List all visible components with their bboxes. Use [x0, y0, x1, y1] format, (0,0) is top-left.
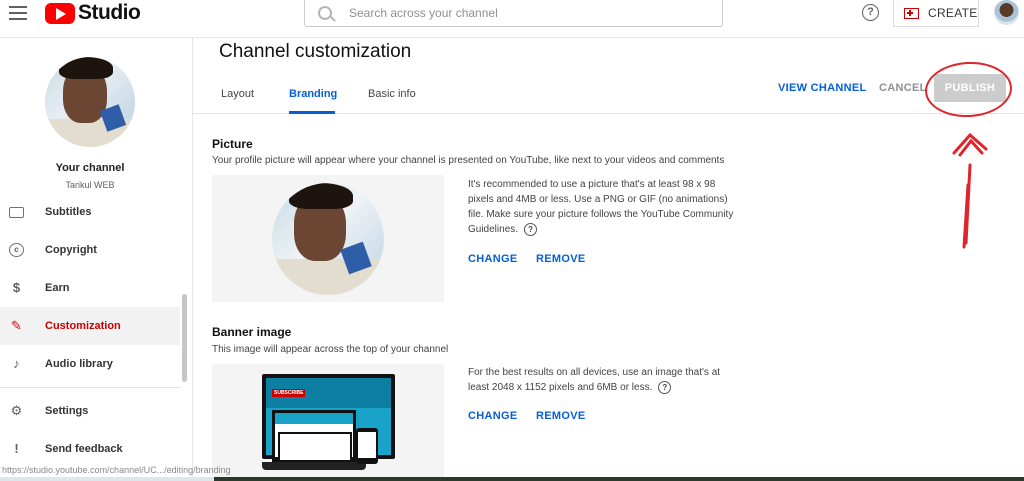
- menu-icon[interactable]: [9, 6, 27, 20]
- magic-wand-icon: ✎: [11, 318, 22, 333]
- sidebar-item-label: Subtitles: [45, 206, 92, 218]
- picture-remove-button[interactable]: REMOVE: [536, 253, 585, 265]
- sidebar-item-label: Earn: [45, 282, 70, 294]
- banner-change-button[interactable]: CHANGE: [468, 410, 517, 422]
- sidebar-item-label: Copyright: [45, 244, 97, 256]
- help-icon[interactable]: ?: [524, 222, 538, 236]
- gear-icon: ⚙: [10, 403, 23, 418]
- help-icon[interactable]: ?: [658, 380, 672, 394]
- subscribe-banner-text: SUBSCRIBE: [272, 389, 306, 397]
- sidebar-item-earn[interactable]: $ Earn: [0, 269, 180, 307]
- banner-info-text: For the best results on all devices, use…: [468, 367, 721, 393]
- taskbar-strip: [214, 477, 1024, 481]
- picture-info-text: It's recommended to use a picture that's…: [468, 179, 734, 235]
- picture-title: Picture: [212, 137, 253, 151]
- banner-title: Banner image: [212, 325, 292, 339]
- search-input[interactable]: [349, 6, 689, 20]
- sidebar-item-audio-library[interactable]: ♪ Audio library: [0, 345, 180, 383]
- sidebar-item-label: Send feedback: [45, 443, 123, 455]
- search-icon: [318, 6, 332, 20]
- picture-change-button[interactable]: CHANGE: [468, 253, 517, 265]
- banner-description: This image will appear across the top of…: [212, 344, 449, 355]
- divider: [0, 387, 180, 388]
- sidebar-item-settings[interactable]: ⚙ Settings: [0, 392, 180, 430]
- help-icon[interactable]: ?: [862, 4, 879, 21]
- sidebar-nav: Subtitles c Copyright $ Earn ✎ Customiza…: [0, 193, 180, 468]
- phone-preview: [356, 428, 378, 464]
- page-title: Channel customization: [219, 41, 412, 62]
- top-bar: Studio ? CREATE: [0, 0, 1024, 38]
- tablet-preview: [278, 432, 352, 462]
- profile-picture: [272, 183, 384, 295]
- search-box[interactable]: [304, 0, 723, 27]
- youtube-studio-app: Studio ? CREATE Your channel Tarikul WEB…: [0, 0, 1024, 481]
- youtube-logo-icon: [45, 2, 75, 24]
- banner-remove-button[interactable]: REMOVE: [536, 410, 585, 422]
- cancel-button[interactable]: CANCEL: [879, 82, 927, 94]
- tab-layout[interactable]: Layout: [221, 88, 254, 100]
- create-label: CREATE: [928, 6, 978, 20]
- your-channel-label: Your channel: [55, 162, 125, 174]
- tab-branding[interactable]: Branding: [289, 88, 337, 100]
- sidebar-item-copyright[interactable]: c Copyright: [0, 231, 180, 269]
- picture-info: It's recommended to use a picture that's…: [468, 177, 738, 237]
- sidebar-scrollbar[interactable]: [182, 294, 187, 382]
- logo-text: Studio: [78, 1, 141, 24]
- channel-avatar[interactable]: [45, 57, 135, 147]
- subtitles-icon: [9, 207, 24, 218]
- dollar-icon: $: [12, 280, 21, 295]
- tab-basic-info[interactable]: Basic info: [368, 88, 416, 100]
- status-bar-url: https://studio.youtube.com/channel/UC...…: [2, 465, 231, 475]
- channel-name: Tarikul WEB: [65, 180, 115, 190]
- picture-description: Your profile picture will appear where y…: [212, 155, 725, 166]
- view-channel-button[interactable]: VIEW CHANNEL: [778, 82, 867, 94]
- sidebar-item-customization[interactable]: ✎ Customization: [0, 307, 180, 345]
- studio-logo[interactable]: Studio: [45, 1, 141, 24]
- annotation-arrow-icon: [952, 132, 988, 249]
- copyright-icon: c: [9, 243, 24, 257]
- banner-info: For the best results on all devices, use…: [468, 365, 738, 395]
- sidebar-item-label: Settings: [45, 405, 89, 417]
- feedback-icon: !: [14, 441, 19, 456]
- create-video-icon: [904, 7, 919, 19]
- account-avatar[interactable]: [994, 0, 1019, 25]
- profile-picture-preview: [212, 175, 444, 302]
- active-tab-indicator: [289, 111, 335, 114]
- create-button[interactable]: CREATE: [893, 0, 979, 27]
- sidebar-item-subtitles[interactable]: Subtitles: [0, 193, 180, 231]
- music-icon: ♪: [13, 356, 20, 371]
- sidebar-item-label: Audio library: [45, 358, 113, 370]
- sidebar-item-label: Customization: [45, 320, 121, 332]
- sidebar: Your channel Tarikul WEB Subtitles c Cop…: [0, 38, 193, 481]
